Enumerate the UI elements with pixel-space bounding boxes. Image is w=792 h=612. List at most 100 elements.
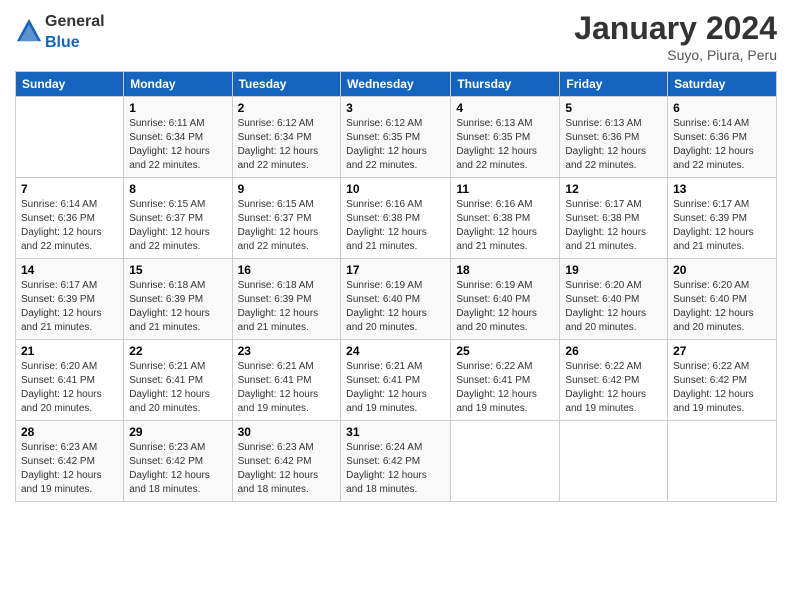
page-container: General Blue January 2024 Suyo, Piura, P… bbox=[0, 0, 792, 512]
day-number: 8 bbox=[129, 182, 226, 196]
title-section: January 2024 Suyo, Piura, Peru bbox=[574, 10, 777, 63]
day-number: 29 bbox=[129, 425, 226, 439]
day-cell: 24 Sunrise: 6:21 AM Sunset: 6:41 PM Dayli… bbox=[341, 340, 451, 421]
day-cell: 6 Sunrise: 6:14 AM Sunset: 6:36 PM Daylig… bbox=[668, 97, 777, 178]
day-number: 18 bbox=[456, 263, 554, 277]
day-header-monday: Monday bbox=[124, 72, 232, 97]
day-number: 25 bbox=[456, 344, 554, 358]
day-number: 10 bbox=[346, 182, 445, 196]
day-cell: 23Sunrise: 6:21 AM Sunset: 6:41 PM Dayli… bbox=[232, 340, 341, 421]
day-info: Sunrise: 6:12 AM Sunset: 6:35 PM Dayligh… bbox=[346, 118, 427, 171]
day-info: Sunrise: 6:18 AM Sunset: 6:39 PM Dayligh… bbox=[238, 280, 319, 333]
day-number: 15 bbox=[129, 263, 226, 277]
day-header-sunday: Sunday bbox=[16, 72, 124, 97]
day-number: 20 bbox=[673, 263, 771, 277]
day-cell: 11 Sunrise: 6:16 AM Sunset: 6:38 PM Dayli… bbox=[451, 178, 560, 259]
day-number: 9 bbox=[238, 182, 336, 196]
day-info: Sunrise: 6:22 AM Sunset: 6:42 PM Dayligh… bbox=[565, 361, 646, 414]
logo-general: General bbox=[45, 13, 105, 30]
day-cell: 3Sunrise: 6:12 AM Sunset: 6:35 PM Daylig… bbox=[341, 97, 451, 178]
day-number: 14 bbox=[21, 263, 118, 277]
logo-blue: Blue bbox=[45, 34, 80, 51]
day-info: Sunrise: 6:24 AM Sunset: 6:42 PM Dayligh… bbox=[346, 442, 427, 495]
day-info: Sunrise: 6:12 AM Sunset: 6:34 PM Dayligh… bbox=[238, 118, 319, 171]
day-info: Sunrise: 6:20 AM Sunset: 6:41 PM Dayligh… bbox=[21, 361, 102, 414]
logo-icon bbox=[15, 17, 43, 45]
day-cell: 22 Sunrise: 6:21 AM Sunset: 6:41 PM Dayli… bbox=[124, 340, 232, 421]
day-number: 31 bbox=[346, 425, 445, 439]
day-info: Sunrise: 6:23 AM Sunset: 6:42 PM Dayligh… bbox=[238, 442, 319, 495]
day-info: Sunrise: 6:20 AM Sunset: 6:40 PM Dayligh… bbox=[565, 280, 646, 333]
day-cell: 16 Sunrise: 6:18 AM Sunset: 6:39 PM Dayli… bbox=[232, 259, 341, 340]
day-number: 13 bbox=[673, 182, 771, 196]
day-cell: 8 Sunrise: 6:15 AM Sunset: 6:37 PM Daylig… bbox=[124, 178, 232, 259]
logo: General Blue bbox=[15, 10, 105, 52]
day-cell: 12Sunrise: 6:17 AM Sunset: 6:38 PM Dayli… bbox=[560, 178, 668, 259]
day-info: Sunrise: 6:22 AM Sunset: 6:41 PM Dayligh… bbox=[456, 361, 537, 414]
day-info: Sunrise: 6:19 AM Sunset: 6:40 PM Dayligh… bbox=[456, 280, 537, 333]
day-number: 24 bbox=[346, 344, 445, 358]
day-cell: 14 Sunrise: 6:17 AM Sunset: 6:39 PM Dayli… bbox=[16, 259, 124, 340]
day-cell: 29 Sunrise: 6:23 AM Sunset: 6:42 PM Dayli… bbox=[124, 421, 232, 502]
day-info: Sunrise: 6:21 AM Sunset: 6:41 PM Dayligh… bbox=[238, 361, 319, 414]
day-cell bbox=[451, 421, 560, 502]
day-info: Sunrise: 6:11 AM Sunset: 6:34 PM Dayligh… bbox=[129, 118, 210, 171]
day-number: 11 bbox=[456, 182, 554, 196]
week-row-2: 14 Sunrise: 6:17 AM Sunset: 6:39 PM Dayli… bbox=[16, 259, 777, 340]
day-number: 12 bbox=[565, 182, 662, 196]
day-info: Sunrise: 6:15 AM Sunset: 6:37 PM Dayligh… bbox=[238, 199, 319, 252]
location-subtitle: Suyo, Piura, Peru bbox=[574, 47, 777, 63]
day-number: 2 bbox=[238, 101, 336, 115]
day-header-tuesday: Tuesday bbox=[232, 72, 341, 97]
day-cell: 19Sunrise: 6:20 AM Sunset: 6:40 PM Dayli… bbox=[560, 259, 668, 340]
day-cell bbox=[16, 97, 124, 178]
day-info: Sunrise: 6:23 AM Sunset: 6:42 PM Dayligh… bbox=[129, 442, 210, 495]
day-cell: 5 Sunrise: 6:13 AM Sunset: 6:36 PM Daylig… bbox=[560, 97, 668, 178]
week-row-0: 1 Sunrise: 6:11 AM Sunset: 6:34 PM Daylig… bbox=[16, 97, 777, 178]
day-cell: 4 Sunrise: 6:13 AM Sunset: 6:35 PM Daylig… bbox=[451, 97, 560, 178]
day-info: Sunrise: 6:21 AM Sunset: 6:41 PM Dayligh… bbox=[129, 361, 210, 414]
day-cell: 17Sunrise: 6:19 AM Sunset: 6:40 PM Dayli… bbox=[341, 259, 451, 340]
day-number: 5 bbox=[565, 101, 662, 115]
day-info: Sunrise: 6:13 AM Sunset: 6:36 PM Dayligh… bbox=[565, 118, 646, 171]
week-row-4: 28 Sunrise: 6:23 AM Sunset: 6:42 PM Dayli… bbox=[16, 421, 777, 502]
day-header-thursday: Thursday bbox=[451, 72, 560, 97]
day-number: 28 bbox=[21, 425, 118, 439]
day-cell: 26 Sunrise: 6:22 AM Sunset: 6:42 PM Dayli… bbox=[560, 340, 668, 421]
day-info: Sunrise: 6:22 AM Sunset: 6:42 PM Dayligh… bbox=[673, 361, 754, 414]
day-info: Sunrise: 6:13 AM Sunset: 6:35 PM Dayligh… bbox=[456, 118, 537, 171]
day-number: 27 bbox=[673, 344, 771, 358]
day-cell: 7Sunrise: 6:14 AM Sunset: 6:36 PM Daylig… bbox=[16, 178, 124, 259]
day-cell: 21 Sunrise: 6:20 AM Sunset: 6:41 PM Dayli… bbox=[16, 340, 124, 421]
day-number: 26 bbox=[565, 344, 662, 358]
day-number: 4 bbox=[456, 101, 554, 115]
week-row-3: 21 Sunrise: 6:20 AM Sunset: 6:41 PM Dayli… bbox=[16, 340, 777, 421]
day-cell: 18 Sunrise: 6:19 AM Sunset: 6:40 PM Dayli… bbox=[451, 259, 560, 340]
day-number: 6 bbox=[673, 101, 771, 115]
day-number: 22 bbox=[129, 344, 226, 358]
day-cell: 1 Sunrise: 6:11 AM Sunset: 6:34 PM Daylig… bbox=[124, 97, 232, 178]
day-number: 30 bbox=[238, 425, 336, 439]
day-info: Sunrise: 6:17 AM Sunset: 6:39 PM Dayligh… bbox=[21, 280, 102, 333]
day-number: 17 bbox=[346, 263, 445, 277]
day-info: Sunrise: 6:16 AM Sunset: 6:38 PM Dayligh… bbox=[456, 199, 537, 252]
day-cell bbox=[560, 421, 668, 502]
day-number: 1 bbox=[129, 101, 226, 115]
day-info: Sunrise: 6:14 AM Sunset: 6:36 PM Dayligh… bbox=[673, 118, 754, 171]
calendar-table: SundayMondayTuesdayWednesdayThursdayFrid… bbox=[15, 71, 777, 502]
day-number: 21 bbox=[21, 344, 118, 358]
day-info: Sunrise: 6:15 AM Sunset: 6:37 PM Dayligh… bbox=[129, 199, 210, 252]
day-cell: 27 Sunrise: 6:22 AM Sunset: 6:42 PM Dayli… bbox=[668, 340, 777, 421]
day-number: 16 bbox=[238, 263, 336, 277]
header: General Blue January 2024 Suyo, Piura, P… bbox=[15, 10, 777, 63]
day-header-friday: Friday bbox=[560, 72, 668, 97]
calendar-header: SundayMondayTuesdayWednesdayThursdayFrid… bbox=[16, 72, 777, 97]
day-cell: 30 Sunrise: 6:23 AM Sunset: 6:42 PM Dayli… bbox=[232, 421, 341, 502]
day-header-saturday: Saturday bbox=[668, 72, 777, 97]
day-cell: 9 Sunrise: 6:15 AM Sunset: 6:37 PM Daylig… bbox=[232, 178, 341, 259]
day-cell: 28Sunrise: 6:23 AM Sunset: 6:42 PM Dayli… bbox=[16, 421, 124, 502]
month-title: January 2024 bbox=[574, 10, 777, 47]
day-info: Sunrise: 6:21 AM Sunset: 6:41 PM Dayligh… bbox=[346, 361, 427, 414]
day-number: 7 bbox=[21, 182, 118, 196]
week-row-1: 7Sunrise: 6:14 AM Sunset: 6:36 PM Daylig… bbox=[16, 178, 777, 259]
